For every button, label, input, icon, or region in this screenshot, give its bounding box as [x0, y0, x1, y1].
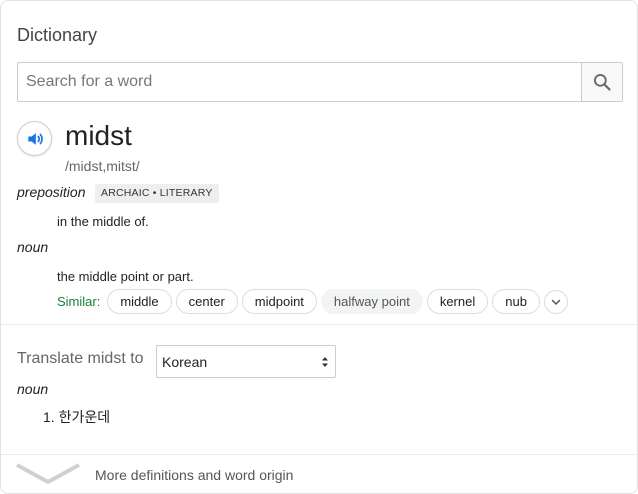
usage-label-badge: ARCHAIC • LITERARY	[95, 184, 219, 203]
similar-chip-nub[interactable]: nub	[492, 289, 540, 314]
similar-chip-kernel[interactable]: kernel	[426, 289, 489, 314]
search-icon	[594, 74, 611, 91]
search-box	[17, 62, 623, 102]
similar-chip-midpoint[interactable]: midpoint	[241, 289, 317, 314]
panel-title: Dictionary	[17, 25, 98, 45]
translation-item: 1. 한가운데	[43, 409, 111, 425]
pronunciation: /midst,mitst/	[65, 158, 140, 174]
similar-chip-center[interactable]: center	[175, 289, 238, 314]
part-of-speech-noun: noun	[17, 239, 49, 255]
select-arrows-icon	[322, 356, 328, 367]
search-button[interactable]	[581, 63, 622, 101]
language-select[interactable]: Korean	[156, 345, 336, 378]
part-of-speech-preposition: preposition	[17, 184, 86, 200]
footer-divider	[1, 454, 637, 455]
search-input[interactable]	[18, 63, 581, 101]
translate-label: Translate midst to	[17, 350, 144, 367]
more-definitions-chevron[interactable]	[15, 461, 81, 492]
definition-noun: the middle point or part.	[57, 269, 194, 284]
speaker-icon	[27, 132, 43, 145]
more-definitions-link[interactable]: More definitions and word origin	[95, 467, 293, 483]
similar-chip-middle[interactable]: middle	[107, 289, 172, 314]
headword: midst	[65, 120, 132, 151]
section-divider	[1, 324, 637, 325]
similar-label: Similar:	[57, 294, 101, 309]
similar-words-row: Similar: middle center midpoint halfway …	[57, 289, 568, 314]
language-select-value: Korean	[162, 353, 208, 370]
dictionary-card: Dictionary midst /midst,mitst/ prepositi…	[0, 0, 638, 494]
chevron-down-icon	[16, 463, 80, 484]
definition-preposition: in the middle of.	[57, 214, 149, 229]
pronounce-button[interactable]	[17, 121, 52, 156]
expand-similar-button[interactable]	[543, 289, 568, 314]
similar-chip-halfway-point: halfway point	[320, 289, 423, 314]
chevron-down-icon	[551, 299, 561, 305]
translation-part-of-speech: noun	[17, 381, 49, 397]
